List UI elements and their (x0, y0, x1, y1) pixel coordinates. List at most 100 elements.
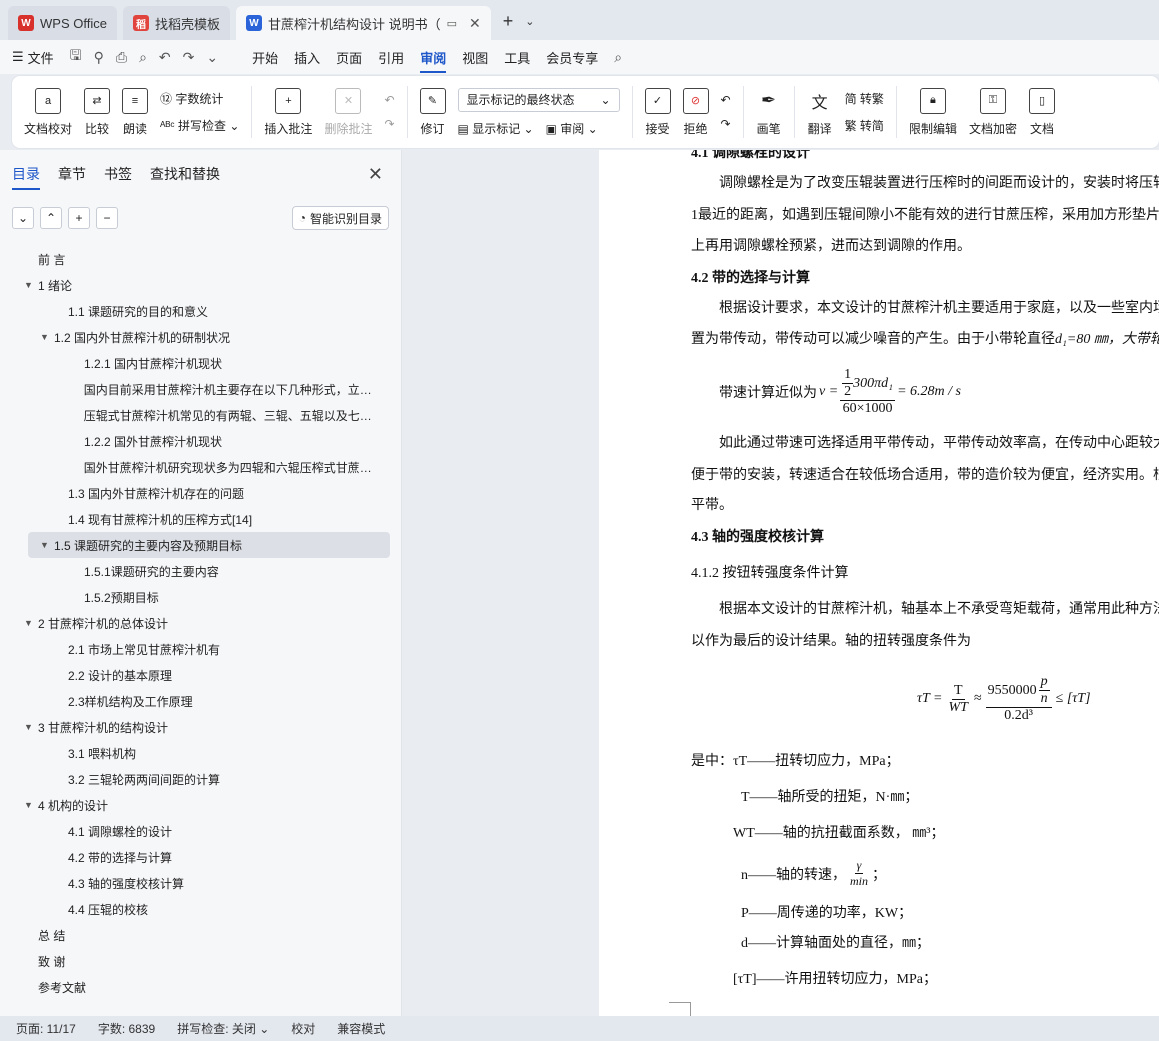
tab-docer[interactable]: 稻 找稻壳模板 (122, 6, 230, 40)
menu-start[interactable]: 开始 (252, 48, 278, 67)
translate-button[interactable]: 文翻译 (801, 80, 839, 144)
toc-item[interactable]: 4.3 轴的强度校核计算 (0, 870, 402, 896)
menu-page[interactable]: 页面 (336, 48, 362, 67)
expand-arrow-icon[interactable]: ▼ (24, 800, 38, 810)
doc-more-button[interactable]: ▯ 文档 (1023, 80, 1061, 144)
nav-tab-bookmarks[interactable]: 书签 (104, 164, 132, 190)
menu-member[interactable]: 会员专享 (546, 48, 598, 67)
print-icon[interactable]: ⎙ (116, 49, 127, 66)
toc-item[interactable]: 1.1 课题研究的目的和意义 (0, 298, 402, 324)
toc-item[interactable]: 4.4 压辊的校核 (0, 896, 402, 922)
toc-item[interactable]: 2.2 设计的基本原理 (0, 662, 402, 688)
proofread-status[interactable]: 校对 (291, 1020, 315, 1037)
expand-arrow-icon[interactable]: ▼ (40, 540, 54, 550)
toc-item[interactable]: 1.5.1课题研究的主要内容 (0, 558, 402, 584)
encrypt-button[interactable]: ⚿ 文档加密 (963, 80, 1023, 144)
compare-button[interactable]: ⇄ 比较 (78, 80, 116, 144)
toc-item[interactable]: 1.3 国内外甘蔗榨汁机存在的问题 (0, 480, 402, 506)
toc-item[interactable]: 前 言 (0, 246, 402, 272)
traditional-icon: 简 (844, 92, 860, 106)
undo-icon[interactable]: ↶ (159, 49, 171, 66)
expand-arrow-icon[interactable]: ▼ (40, 332, 54, 342)
review-pane-button[interactable]: ▣ 审阅 ⌄ (546, 120, 598, 137)
toc-item[interactable]: 3.1 喂料机构 (0, 740, 402, 766)
prev-comment-icon[interactable]: ↶ (384, 93, 394, 107)
toc-item[interactable]: ▼ 1 绪论 (0, 272, 402, 298)
expand-arrow-icon[interactable]: ▼ (24, 722, 38, 732)
spell-check-status[interactable]: 拼写检查: 关闭 ⌄ (177, 1020, 269, 1037)
toc-item[interactable]: 1.2.2 国外甘蔗榨汁机现状 (0, 428, 402, 454)
tab-wps-office[interactable]: W WPS Office (8, 6, 117, 40)
menu-review[interactable]: 审阅 (420, 48, 447, 73)
docer-logo-icon: 稻 (132, 15, 149, 31)
close-icon[interactable]: ✕ (368, 164, 383, 185)
collapse-all-button[interactable]: ⌄ (12, 207, 34, 229)
toc-item[interactable]: 1.5.2预期目标 (0, 584, 402, 610)
show-markup-button[interactable]: ▤ 显示标记 ⌄ (458, 120, 534, 137)
redo-icon[interactable]: ↷ (183, 49, 195, 66)
word-count-button[interactable]: ⑫ 字数统计 (160, 90, 239, 107)
toc-item[interactable]: ▼ 2 甘蔗榨汁机的总体设计 (0, 610, 402, 636)
next-comment-icon[interactable]: ↷ (384, 117, 394, 131)
read-aloud-button[interactable]: ≡ 朗读 (116, 80, 154, 144)
new-tab-icon[interactable]: + (497, 11, 520, 40)
toc-item[interactable]: 国内目前采用甘蔗榨汁机主要存在以下几种形式，立式 ... (0, 376, 380, 402)
smart-toc-button[interactable]: ◔ 智能识别目录 (291, 206, 389, 230)
search-icon[interactable]: ⌕ (614, 49, 622, 66)
expand-arrow-icon[interactable]: ▼ (24, 280, 38, 290)
accept-button[interactable]: ✓ 接受 (639, 80, 677, 144)
toc-item[interactable]: 压辊式甘蔗榨汁机常见的有两辊、三辊、五辊以及七辊 ... (0, 402, 380, 428)
close-icon[interactable]: ✕ (469, 15, 481, 32)
menu-insert[interactable]: 插入 (294, 48, 320, 67)
restrict-edit-button[interactable]: 🔒︎ 限制编辑 (903, 80, 963, 144)
toc-item[interactable]: 4.2 带的选择与计算 (0, 844, 402, 870)
toc-list: 前 言 ▼ 1 绪论 1.1 课题研究的目的和意义 ▼ 1.2 国内外甘蔗榨汁机的研制状况… (0, 246, 402, 1000)
share-icon[interactable]: ⚲ (94, 49, 104, 66)
toc-item[interactable]: 3.2 三辊轮两两间间距的计算 (0, 766, 402, 792)
add-heading-button[interactable]: + (68, 207, 90, 229)
print-preview-icon[interactable]: ⌕ (139, 49, 147, 66)
insert-comment-button[interactable]: + 插入批注 (258, 80, 318, 144)
prev-change-icon[interactable]: ↶ (721, 93, 731, 107)
doc-check-button[interactable]: a 文档校对 (18, 80, 78, 144)
toc-item[interactable]: 参考文献 (0, 974, 402, 1000)
pen-button[interactable]: ✒ 画笔 (750, 80, 788, 144)
tab-document[interactable]: W 甘蔗榨汁机结构设计 说明书（ ▭ ✕ (235, 6, 491, 40)
expand-arrow-icon[interactable]: ▼ (24, 618, 38, 628)
page-indicator[interactable]: 页面: 11/17 (16, 1020, 76, 1037)
toc-item[interactable]: 致 谢 (0, 948, 402, 974)
toc-item[interactable]: 1.2.1 国内甘蔗榨汁机现状 (0, 350, 402, 376)
expand-up-button[interactable]: ⌃ (40, 207, 62, 229)
to-traditional-button[interactable]: 简 转繁 (845, 90, 884, 107)
toc-item[interactable]: ▼ 3 甘蔗榨汁机的结构设计 (0, 714, 402, 740)
file-menu[interactable]: ☰ 文件 (12, 48, 54, 67)
remove-heading-button[interactable]: − (96, 207, 118, 229)
delete-comment-button[interactable]: ✕ 删除批注 (318, 80, 378, 144)
toc-item[interactable]: 国外甘蔗榨汁机研究现状多为四辊和六辊压榨式甘蔗榨 ... (0, 454, 380, 480)
save-icon[interactable]: 🖫 (70, 45, 82, 69)
menu-reference[interactable]: 引用 (378, 48, 404, 67)
display-state-select[interactable]: 显示标记的最终状态 ⌄ (457, 87, 620, 112)
toc-item[interactable]: ▼ 1.2 国内外甘蔗榨汁机的研制状况 (0, 324, 402, 350)
nav-tab-sections[interactable]: 章节 (58, 164, 86, 190)
document-page[interactable]: 4.1 调隙螺栓的设计 调隙螺栓是为了改变压辊装置进行压榨时的间距而设计的，安装… (599, 150, 1159, 1016)
more-icon[interactable]: ⌄ (206, 49, 218, 66)
toc-item[interactable]: 1.4 现有甘蔗榨汁机的压榨方式[14] (0, 506, 402, 532)
word-count[interactable]: 字数: 6839 (98, 1020, 155, 1037)
menu-view[interactable]: 视图 (462, 48, 488, 67)
nav-tab-toc[interactable]: 目录 (12, 164, 40, 190)
menu-tools[interactable]: 工具 (504, 48, 530, 67)
toc-item[interactable]: 4.1 调隙螺栓的设计 (0, 818, 402, 844)
toc-item[interactable]: ▼ 4 机构的设计 (0, 792, 402, 818)
nav-tab-find-replace[interactable]: 查找和替换 (150, 164, 220, 190)
toc-item[interactable]: ▼ 1.5 课题研究的主要内容及预期目标 (28, 532, 390, 558)
spell-check-button[interactable]: ᴬᴮᶜ 拼写检查 ⌄ (160, 117, 239, 134)
toc-item[interactable]: 2.1 市场上常见甘蔗榨汁机有 (0, 636, 402, 662)
track-changes-button[interactable]: ✎ 修订 (414, 80, 452, 144)
chevron-down-icon[interactable]: ⌄ (519, 15, 540, 40)
next-change-icon[interactable]: ↷ (721, 117, 731, 131)
toc-item[interactable]: 总 结 (0, 922, 402, 948)
reject-button[interactable]: ⊘ 拒绝 (677, 80, 715, 144)
to-simplified-button[interactable]: 繁 转简 (845, 117, 884, 134)
toc-item[interactable]: 2.3样机结构及工作原理 (0, 688, 402, 714)
